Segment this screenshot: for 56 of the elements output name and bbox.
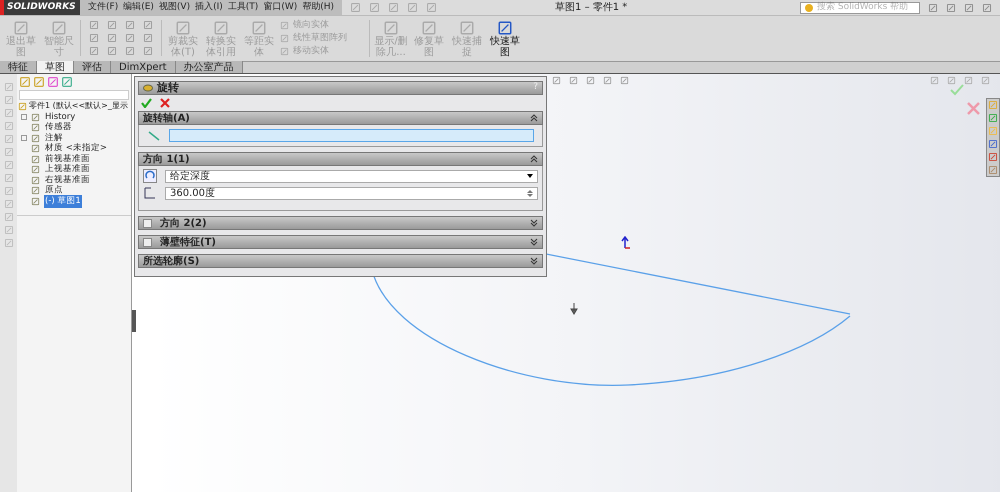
section-header[interactable]: 方向 1(1)	[138, 152, 543, 166]
section-checkbox[interactable]	[143, 218, 152, 228]
origin-icon	[619, 236, 631, 252]
menu-item[interactable]: 帮助(H)	[302, 0, 334, 14]
cancel-x-icon[interactable]	[160, 98, 170, 108]
end-condition-dropdown[interactable]: 给定深度	[165, 170, 538, 182]
filter-field[interactable]	[19, 90, 129, 100]
axis-input-field[interactable]	[169, 129, 534, 142]
section-title: 所选轮廓(S)	[143, 254, 200, 268]
tab[interactable]: 办公室产品	[176, 61, 243, 73]
section-header[interactable]: 方向 2(2)	[138, 216, 543, 230]
cursor-icon	[569, 302, 579, 316]
tab[interactable]: 评估	[74, 61, 111, 73]
menu-item[interactable]: 工具(T)	[228, 0, 258, 14]
revolve-icon	[143, 84, 153, 92]
ok-check-icon[interactable]	[141, 98, 152, 108]
menu-item[interactable]: 插入(I)	[195, 0, 223, 14]
cancel-x-icon[interactable]	[967, 102, 980, 115]
expand-chevron-icon[interactable]	[530, 257, 538, 265]
tab[interactable]: 特征	[0, 61, 37, 73]
section-header[interactable]: 所选轮廓(S)	[138, 254, 543, 268]
window-title: 草图1 – 零件1 *	[555, 0, 628, 15]
tree-item[interactable]: (-) 草图1	[44, 194, 82, 208]
expand-icon[interactable]	[21, 114, 27, 120]
collapse-chevron-icon[interactable]	[530, 155, 538, 163]
tree-item[interactable]: 材质 <未指定>	[44, 142, 108, 156]
section-title: 薄壁特征(T)	[160, 235, 216, 250]
section-title: 方向 2(2)	[160, 216, 207, 230]
line-icon	[147, 130, 161, 142]
tab[interactable]: DimXpert	[111, 61, 176, 73]
menu-item[interactable]: 窗口(W)	[263, 0, 298, 14]
section-title: 方向 1(1)	[143, 152, 190, 166]
section-checkbox[interactable]	[143, 238, 152, 246]
expand-chevron-icon[interactable]	[530, 219, 538, 227]
search-field[interactable]: 搜索 SolidWorks 帮助	[800, 2, 920, 14]
panel-title: 旋转	[157, 80, 179, 96]
menu-item[interactable]: 文件(F)	[88, 0, 118, 14]
collapse-chevron-icon[interactable]	[530, 114, 538, 122]
section-title: 旋转轴(A)	[143, 112, 190, 126]
menu-item[interactable]: 视图(V)	[158, 0, 190, 14]
app-logo: SOLIDWORKS	[0, 0, 80, 15]
tree-item[interactable]: 上视基准面	[44, 163, 91, 176]
tab[interactable]: 草图	[37, 61, 74, 73]
help-bulb-icon	[805, 4, 813, 12]
angle-icon	[143, 186, 157, 200]
confirm-check-icon[interactable]	[950, 84, 964, 96]
angle-input-field[interactable]: 360.00度	[165, 186, 538, 200]
tree-root[interactable]: 零件1 (默认<<默认>_显示	[29, 100, 128, 112]
tree-item[interactable]: 原点	[44, 184, 64, 198]
section-header[interactable]: 旋转轴(A)	[138, 111, 543, 125]
expand-chevron-icon[interactable]	[530, 238, 538, 246]
expand-icon[interactable]	[21, 135, 27, 142]
tree-item[interactable]: 传感器	[44, 121, 73, 134]
section-header[interactable]: 薄壁特征(T)	[138, 235, 543, 249]
menu-item[interactable]: 编辑(E)	[123, 0, 154, 14]
toolbar-button[interactable]: 快速草图	[488, 20, 522, 58]
